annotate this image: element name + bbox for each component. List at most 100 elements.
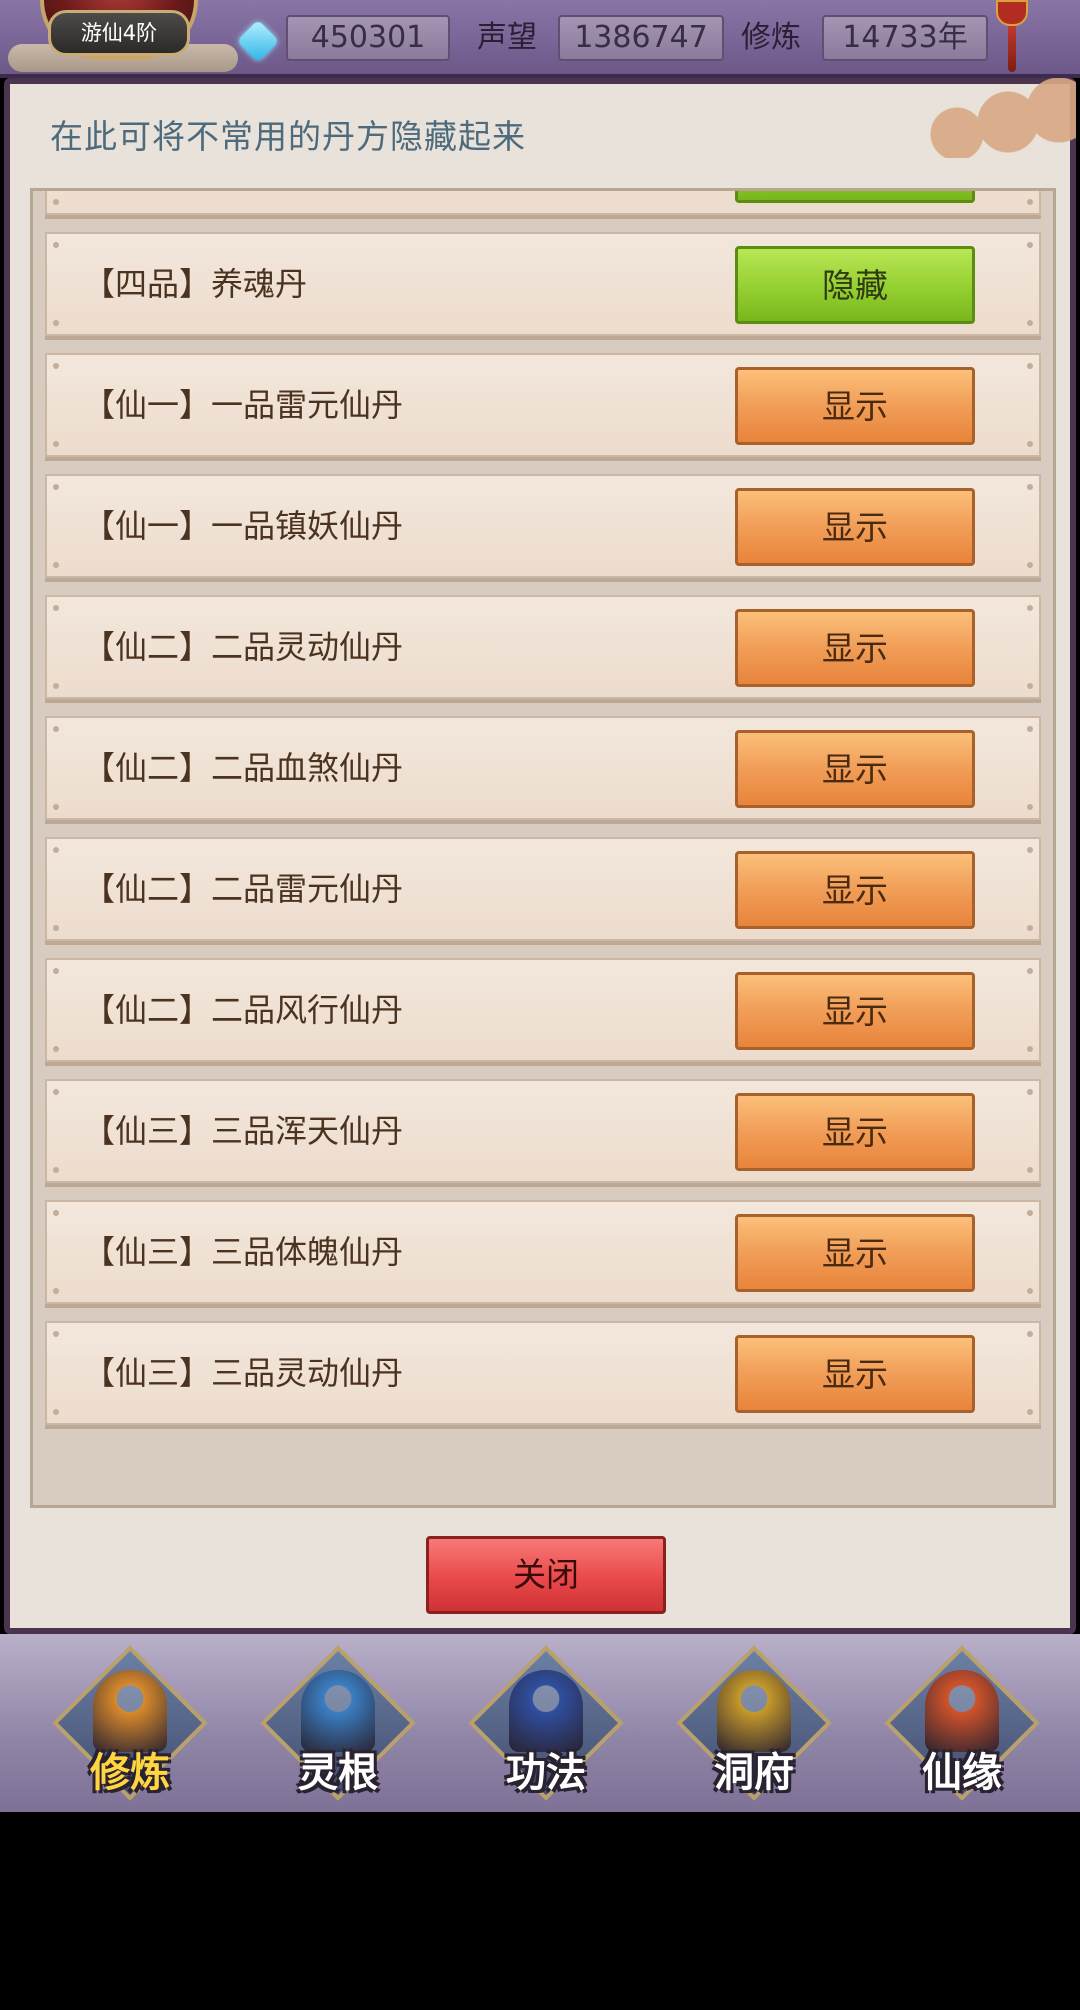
rivet-decoration bbox=[1027, 726, 1033, 732]
rivet-decoration bbox=[1027, 320, 1033, 326]
rivet-decoration bbox=[53, 1331, 59, 1337]
rivet-decoration bbox=[53, 441, 59, 447]
recipe-name: 【仙一】一品雷元仙丹 bbox=[83, 386, 404, 424]
rivet-decoration bbox=[53, 847, 59, 853]
cultivation-value: 14733年 bbox=[822, 15, 988, 61]
recipe-name: 【仙二】二品雷元仙丹 bbox=[83, 870, 404, 908]
rivet-decoration bbox=[1027, 242, 1033, 248]
rivet-decoration bbox=[1027, 441, 1033, 447]
recipe-row: 【仙二】二品风行仙丹 显示 bbox=[45, 958, 1041, 1062]
recipe-name: 【九品】九品镇妖丹 bbox=[83, 191, 371, 213]
recipe-name: 【仙二】二品血煞仙丹 bbox=[83, 749, 404, 787]
nav-label: 灵根 bbox=[298, 1750, 378, 1796]
recipe-name: 【仙三】三品体魄仙丹 bbox=[83, 1233, 404, 1271]
rivet-decoration bbox=[53, 726, 59, 732]
rivet-decoration bbox=[1027, 484, 1033, 490]
rivet-decoration bbox=[1027, 1409, 1033, 1415]
recipe-row: 【仙三】三品灵动仙丹 显示 bbox=[45, 1321, 1041, 1425]
recipe-name: 【四品】养魂丹 bbox=[83, 265, 308, 303]
hide-button[interactable]: 隐藏 bbox=[735, 246, 975, 324]
rivet-decoration bbox=[53, 1288, 59, 1294]
nav-item-0[interactable]: 修炼 bbox=[52, 1645, 208, 1808]
reputation-value: 1386747 bbox=[558, 15, 724, 61]
recipe-name: 【仙一】一品镇妖仙丹 bbox=[83, 507, 404, 545]
rivet-decoration bbox=[53, 605, 59, 611]
recipe-row: 【仙三】三品浑天仙丹 显示 bbox=[45, 1079, 1041, 1183]
rivet-decoration bbox=[53, 1089, 59, 1095]
rivet-decoration bbox=[1027, 925, 1033, 931]
cultivation-label: 修炼 bbox=[741, 20, 801, 55]
recipe-row: 【仙一】一品雷元仙丹 显示 bbox=[45, 353, 1041, 457]
rivet-decoration bbox=[1027, 1288, 1033, 1294]
rivet-decoration bbox=[1027, 363, 1033, 369]
show-button[interactable]: 显示 bbox=[735, 1214, 975, 1292]
screen-bottom-area bbox=[0, 1812, 1080, 2010]
rivet-decoration bbox=[1027, 605, 1033, 611]
rivet-decoration bbox=[1027, 968, 1033, 974]
nav-item-2[interactable]: 功法 bbox=[468, 1645, 624, 1808]
nav-item-4[interactable]: 仙缘 bbox=[884, 1645, 1040, 1808]
rivet-decoration bbox=[1027, 804, 1033, 810]
show-button[interactable]: 显示 bbox=[735, 367, 975, 445]
nav-label: 仙缘 bbox=[922, 1750, 1002, 1796]
rank-badge: 游仙4阶 bbox=[48, 10, 190, 56]
rivet-decoration bbox=[53, 562, 59, 568]
rivet-decoration bbox=[53, 1210, 59, 1216]
show-button[interactable]: 显示 bbox=[735, 851, 975, 929]
rivet-decoration bbox=[53, 804, 59, 810]
recipe-row: 【仙二】二品雷元仙丹 显示 bbox=[45, 837, 1041, 941]
show-button[interactable]: 显示 bbox=[735, 488, 975, 566]
rivet-decoration bbox=[1027, 199, 1033, 205]
nav-item-3[interactable]: 洞府 bbox=[676, 1645, 832, 1808]
nav-label: 功法 bbox=[506, 1750, 586, 1796]
rivet-decoration bbox=[1027, 562, 1033, 568]
rivet-decoration bbox=[53, 1046, 59, 1052]
rivet-decoration bbox=[1027, 1331, 1033, 1337]
rivet-decoration bbox=[1027, 1167, 1033, 1173]
rivet-decoration bbox=[53, 1167, 59, 1173]
bottom-nav: 修炼 灵根 功法 洞府 仙缘 bbox=[0, 1634, 1080, 1812]
spirit-stone-count: 450301 bbox=[286, 15, 450, 61]
hide-recipes-dialog: 在此可将不常用的丹方隐藏起来 【九品】九品镇妖丹隐藏【四品】养魂丹隐藏【仙一】一… bbox=[4, 78, 1076, 1634]
close-button[interactable]: 关闭 bbox=[426, 1536, 666, 1614]
rivet-decoration bbox=[53, 925, 59, 931]
rivet-decoration bbox=[1027, 1046, 1033, 1052]
reputation-label: 声望 bbox=[477, 20, 537, 55]
lantern-icon bbox=[992, 0, 1032, 72]
recipe-name: 【仙二】二品灵动仙丹 bbox=[83, 628, 404, 666]
recipe-name: 【仙三】三品浑天仙丹 bbox=[83, 1112, 404, 1150]
show-button[interactable]: 显示 bbox=[735, 609, 975, 687]
rivet-decoration bbox=[1027, 1089, 1033, 1095]
show-button[interactable]: 显示 bbox=[735, 730, 975, 808]
dialog-title: 在此可将不常用的丹方隐藏起来 bbox=[50, 117, 526, 156]
recipe-row: 【九品】九品镇妖丹 隐藏 bbox=[45, 191, 1041, 215]
show-button[interactable]: 显示 bbox=[735, 972, 975, 1050]
nav-label: 修炼 bbox=[90, 1750, 170, 1796]
rivet-decoration bbox=[53, 320, 59, 326]
recipe-row: 【仙二】二品灵动仙丹 显示 bbox=[45, 595, 1041, 699]
show-button[interactable]: 显示 bbox=[735, 1335, 975, 1413]
hide-button[interactable]: 隐藏 bbox=[735, 191, 975, 203]
rivet-decoration bbox=[53, 242, 59, 248]
rivet-decoration bbox=[53, 363, 59, 369]
recipe-row: 【仙二】二品血煞仙丹 显示 bbox=[45, 716, 1041, 820]
resource-bar: 游仙4阶 450301 声望 1386747 修炼 14733年 bbox=[0, 0, 1080, 78]
recipe-name: 【仙三】三品灵动仙丹 bbox=[83, 1354, 404, 1392]
rivet-decoration bbox=[1027, 683, 1033, 689]
rivet-decoration bbox=[53, 968, 59, 974]
rivet-decoration bbox=[1027, 847, 1033, 853]
rivet-decoration bbox=[53, 683, 59, 689]
rivet-decoration bbox=[53, 484, 59, 490]
nav-item-1[interactable]: 灵根 bbox=[260, 1645, 416, 1808]
rivet-decoration bbox=[1027, 1210, 1033, 1216]
nav-label: 洞府 bbox=[714, 1750, 794, 1796]
cloud-decoration-icon bbox=[906, 78, 1076, 158]
recipe-name: 【仙二】二品风行仙丹 bbox=[83, 991, 404, 1029]
rivet-decoration bbox=[53, 1409, 59, 1415]
show-button[interactable]: 显示 bbox=[735, 1093, 975, 1171]
recipe-row: 【仙一】一品镇妖仙丹 显示 bbox=[45, 474, 1041, 578]
recipe-row: 【仙三】三品体魄仙丹 显示 bbox=[45, 1200, 1041, 1304]
spirit-stone-icon bbox=[236, 19, 280, 63]
recipe-list[interactable]: 【九品】九品镇妖丹隐藏【四品】养魂丹隐藏【仙一】一品雷元仙丹显示【仙一】一品镇妖… bbox=[30, 188, 1056, 1508]
rivet-decoration bbox=[53, 199, 59, 205]
